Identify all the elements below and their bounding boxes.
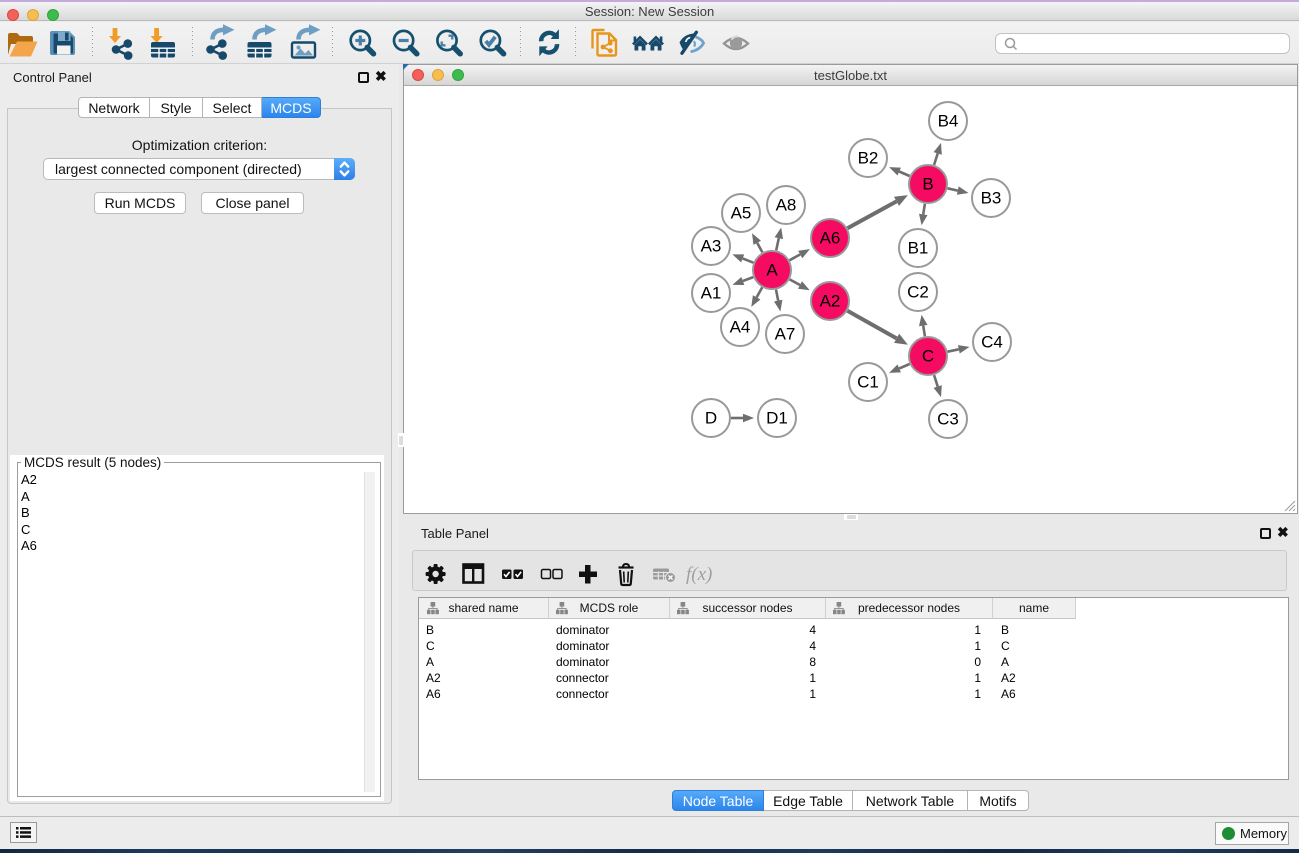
- svg-text:B: B: [922, 175, 933, 194]
- svg-text:A7: A7: [775, 325, 796, 344]
- svg-text:A6: A6: [820, 229, 841, 248]
- svg-text:A3: A3: [701, 237, 722, 256]
- svg-text:C1: C1: [857, 373, 879, 392]
- svg-text:A5: A5: [731, 204, 752, 223]
- svg-text:B3: B3: [981, 189, 1002, 208]
- svg-text:B2: B2: [858, 149, 879, 168]
- svg-text:A: A: [766, 261, 778, 280]
- svg-text:A2: A2: [820, 292, 841, 311]
- svg-text:B1: B1: [908, 239, 929, 258]
- svg-text:A1: A1: [701, 284, 722, 303]
- svg-text:D1: D1: [766, 409, 788, 428]
- svg-text:D: D: [705, 409, 717, 428]
- svg-text:A4: A4: [730, 318, 751, 337]
- svg-text:f(x): f(x): [686, 564, 712, 585]
- svg-text:C3: C3: [937, 410, 959, 429]
- svg-text:C2: C2: [907, 283, 929, 302]
- svg-text:C: C: [922, 347, 934, 366]
- svg-text:B4: B4: [938, 112, 959, 131]
- svg-text:C4: C4: [981, 333, 1003, 352]
- svg-text:A8: A8: [776, 196, 797, 215]
